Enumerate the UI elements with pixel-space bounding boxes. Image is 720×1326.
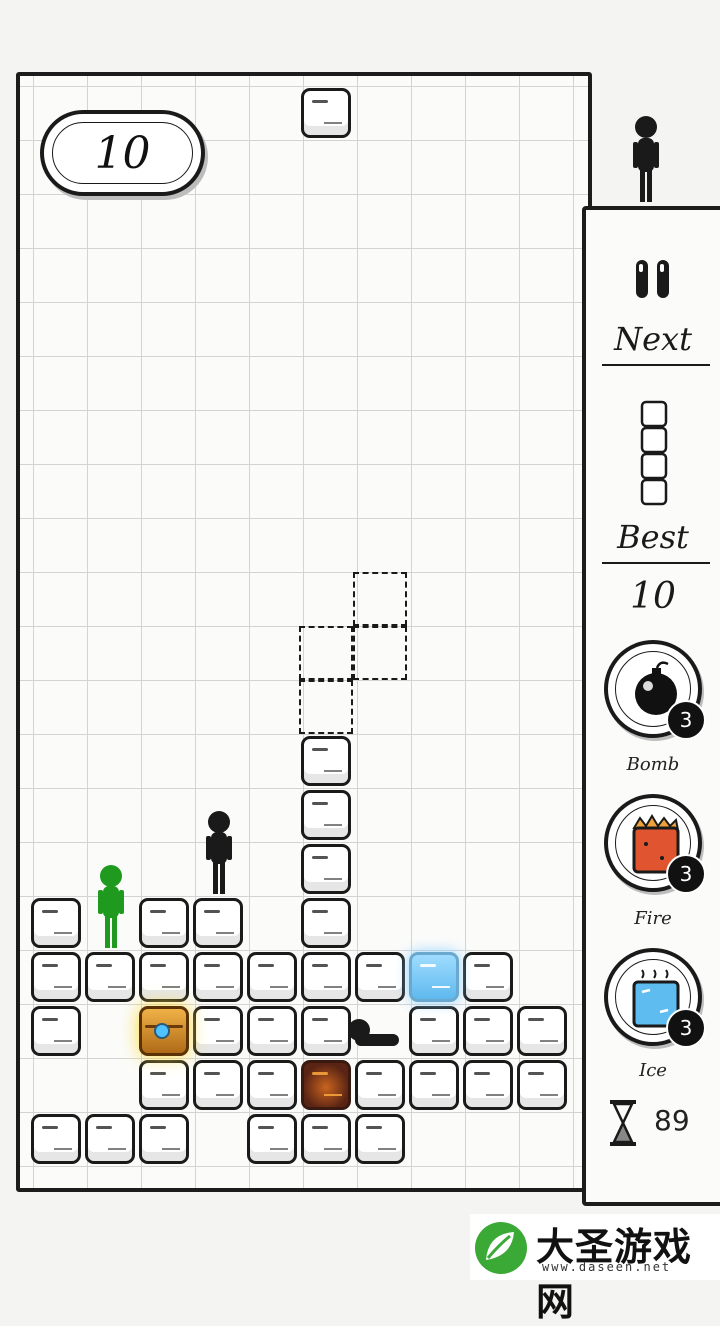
- board-block: [247, 952, 297, 1002]
- board-block: [193, 952, 243, 1002]
- board-block: [301, 1006, 351, 1056]
- pause-button[interactable]: [630, 256, 676, 302]
- board-block: [31, 898, 81, 948]
- ghost-cell: [353, 626, 407, 680]
- site-logo: 大圣游戏网 www.daseen.net: [470, 1214, 720, 1324]
- best-label: Best: [617, 518, 689, 556]
- board-block: [301, 898, 351, 948]
- board-block: [463, 952, 513, 1002]
- score-value: 10: [94, 127, 151, 179]
- fire-count-badge: 3: [666, 854, 706, 894]
- board-block: [409, 1060, 459, 1110]
- next-divider: [602, 364, 710, 366]
- next-label: Next: [614, 320, 692, 358]
- score-display: 10: [40, 110, 205, 196]
- board-block: [301, 790, 351, 840]
- pause-icon: [636, 260, 669, 298]
- bomb-count-badge: 3: [666, 700, 706, 740]
- stickman-crawling: [348, 1019, 399, 1046]
- board-block: [517, 1006, 567, 1056]
- board-block: [517, 1060, 567, 1110]
- ice-powerup-button[interactable]: 3: [604, 948, 706, 1048]
- stickman-green: [98, 865, 124, 948]
- board-block: [31, 952, 81, 1002]
- hourglass-icon: [610, 1100, 636, 1146]
- board-block: [355, 1114, 405, 1164]
- board-block: [247, 1114, 297, 1164]
- board-block: [355, 1060, 405, 1110]
- board-block: [139, 1060, 189, 1110]
- board-block: [301, 736, 351, 786]
- game-board[interactable]: [16, 72, 592, 1192]
- board-block: [31, 1006, 81, 1056]
- falling-block: [301, 88, 351, 138]
- board-block: [409, 1006, 459, 1056]
- fire-powerup-button[interactable]: 3: [604, 794, 706, 894]
- board-block: [193, 898, 243, 948]
- ice-block: [409, 952, 459, 1002]
- board-block: [301, 844, 351, 894]
- fire-block: [301, 1060, 351, 1110]
- side-panel: Next Best 10 3 Bomb 3 Fire 3 Ice 89: [582, 206, 720, 1206]
- board-block: [463, 1006, 513, 1056]
- stickman-black-top: [633, 116, 659, 202]
- board-block: [139, 1114, 189, 1164]
- bomb-label: Bomb: [626, 754, 680, 775]
- board-block: [31, 1114, 81, 1164]
- board-block: [247, 1006, 297, 1056]
- board-block: [85, 1114, 135, 1164]
- board-block: [85, 952, 135, 1002]
- fire-label: Fire: [634, 908, 672, 929]
- ghost-cell: [299, 680, 353, 734]
- board-block: [355, 952, 405, 1002]
- ice-count-badge: 3: [666, 1008, 706, 1048]
- ghost-cell: [353, 572, 407, 626]
- best-divider: [602, 562, 710, 564]
- chest-block: [139, 1006, 189, 1056]
- next-piece-preview: [640, 400, 668, 506]
- board-block: [247, 1060, 297, 1110]
- board-block: [139, 952, 189, 1002]
- best-score-value: 10: [630, 576, 676, 617]
- stickman-black: [206, 811, 232, 894]
- leaf-logo-icon: [475, 1222, 527, 1274]
- board-block: [193, 1006, 243, 1056]
- board-block: [193, 1060, 243, 1110]
- ice-label: Ice: [639, 1060, 667, 1081]
- bomb-powerup-button[interactable]: 3: [604, 640, 706, 740]
- timer-value: 89: [654, 1104, 690, 1137]
- ghost-cell: [299, 626, 353, 680]
- board-block: [301, 1114, 351, 1164]
- watermark-url: www.daseen.net: [542, 1260, 672, 1274]
- board-block: [463, 1060, 513, 1110]
- board-block: [301, 952, 351, 1002]
- board-block: [139, 898, 189, 948]
